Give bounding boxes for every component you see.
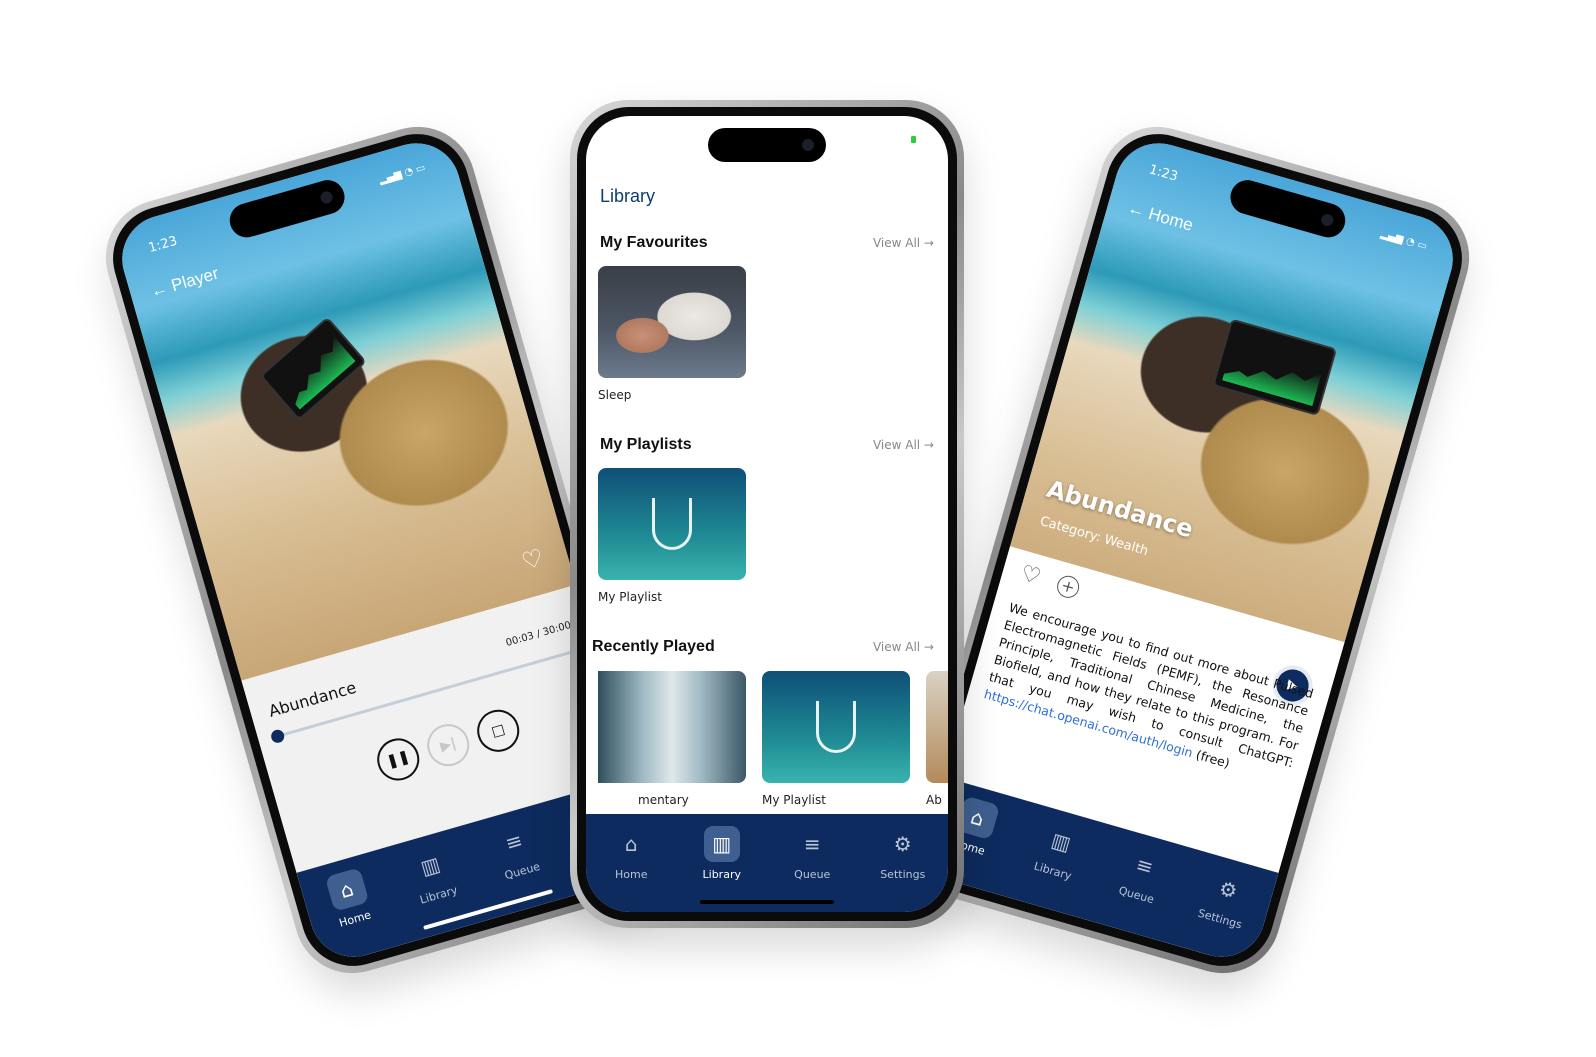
time-readout: 00:03 / 30:00 [504,619,573,650]
add-icon[interactable]: + [1054,573,1082,601]
tab-bar: ⌂ Home ▥ Library ≡ Queue ⚙ Settings [586,814,948,912]
recent-card[interactable] [598,671,746,783]
page-title: Library [600,186,656,206]
tab-queue[interactable]: ≡ Queue [1092,839,1183,941]
tab-label: Library [418,883,459,907]
dynamic-island [708,128,826,162]
library-phone: Library My Favourites View All → Sleep My… [570,100,964,928]
favourites-view-all[interactable]: View All → [873,236,934,250]
library-icon: ▥ [1048,827,1074,856]
home-screen: 1:23 ▂▄▆ ◔ ▭ ← Home Abundance Category: … [916,132,1464,968]
tablet-image [259,316,367,421]
gear-icon: ⚙ [893,832,912,856]
skip-button[interactable]: ▶| [422,719,475,772]
home-indicator [700,900,834,904]
battery-icon [911,136,916,143]
section-title: My Playlists [600,436,692,453]
tab-label: Queue [503,859,542,883]
section-title: Recently Played [592,638,715,655]
library-icon: ▥ [703,826,740,862]
tab-label: Home [337,908,373,930]
heart-icon[interactable]: ♡ [1018,561,1044,590]
queue-icon: ≡ [502,827,526,856]
tab-settings[interactable]: ⚙ Settings [868,826,938,912]
tab-label: Library [702,868,741,881]
card-label: Ab [926,793,942,807]
card-label: mentary [638,793,689,807]
skip-icon: ▶| [438,735,459,756]
recent-view-all[interactable]: View All → [873,640,934,654]
playlist-card[interactable] [598,468,746,580]
progress-thumb[interactable] [269,728,286,745]
pause-button[interactable]: ❚❚ [372,733,425,786]
library-screen: Library My Favourites View All → Sleep My… [586,116,948,912]
tab-label: Queue [1117,883,1156,907]
tab-label: Home [615,868,648,881]
tab-library[interactable]: ▥ Library [1009,815,1100,917]
recent-header: Recently Played View All → [592,638,934,656]
card-label: Sleep [598,388,632,402]
section-title: My Favourites [600,234,708,251]
tab-label: Settings [1196,906,1244,932]
tab-home[interactable]: ⌂ Home [596,826,666,912]
playlists-view-all[interactable]: View All → [873,438,934,452]
app-logo-icon [652,498,692,550]
recent-card[interactable] [926,671,948,783]
tablet-image [1212,318,1338,417]
track-artwork [111,132,576,681]
card-label: My Playlist [762,793,826,807]
queue-icon: ≡ [803,832,821,856]
favourites-header: My Favourites View All → [600,234,934,252]
app-logo-icon [816,701,856,753]
home-icon: ⌂ [624,832,638,856]
home-phone: 1:23 ▂▄▆ ◔ ▭ ← Home Abundance Category: … [897,113,1483,987]
tab-label: Queue [794,868,831,881]
stop-button[interactable]: □ [472,704,525,757]
tab-home[interactable]: ⌂ Home [308,863,399,965]
program-description: We encourage you to find out more about … [982,599,1316,790]
library-icon: ▥ [417,851,443,880]
recent-card[interactable] [762,671,910,783]
favourite-card-sleep[interactable] [598,266,746,378]
stop-icon: □ [489,721,507,741]
tab-settings[interactable]: ⚙Settings [1176,863,1267,965]
playlists-header: My Playlists View All → [600,436,934,454]
pause-icon: ❚❚ [384,748,412,771]
card-label: My Playlist [598,590,662,604]
tab-label: Library [1032,859,1073,883]
home-icon: ⌂ [324,867,369,912]
queue-icon: ≡ [1133,851,1157,880]
tab-label: Settings [880,868,926,881]
gear-icon: ⚙ [1216,875,1241,904]
